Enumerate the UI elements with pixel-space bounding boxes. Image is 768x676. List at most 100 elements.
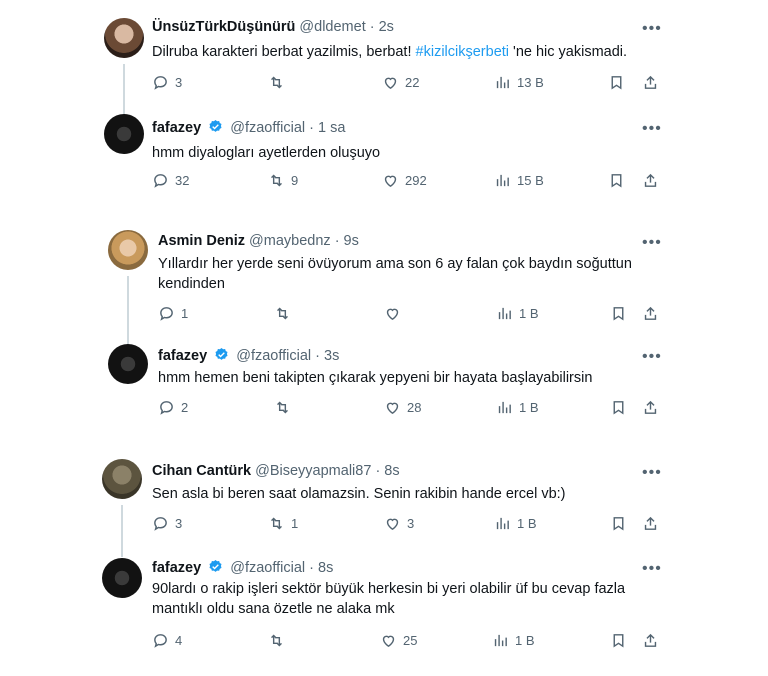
retweet-button[interactable]: [268, 74, 291, 91]
tweet-header: ÜnsüzTürkDüşünürü @dldemet · 2s: [152, 19, 394, 35]
tweet-2[interactable]: fafazey @fzaofficial · 1 sa ••• hmm diya…: [0, 110, 768, 205]
like-button[interactable]: 28: [384, 399, 421, 416]
retweet-button[interactable]: [274, 399, 297, 416]
retweet-button[interactable]: 1: [268, 515, 298, 532]
timestamp[interactable]: · 8s: [309, 560, 333, 576]
avatar[interactable]: [108, 230, 148, 270]
tweet-1[interactable]: ÜnsüzTürkDüşünürü @dldemet · 2s ••• Dilr…: [0, 0, 768, 114]
reply-button[interactable]: 2: [158, 399, 188, 416]
timestamp[interactable]: · 1 sa: [309, 120, 345, 136]
views-button[interactable]: 1 B: [496, 399, 539, 416]
hashtag-link[interactable]: #kizilcikşerbeti: [416, 44, 509, 60]
reply-icon: [158, 399, 175, 416]
like-button[interactable]: 22: [382, 74, 419, 91]
user-handle[interactable]: @maybednz: [249, 233, 331, 249]
timestamp[interactable]: · 3s: [315, 348, 339, 364]
more-icon[interactable]: •••: [642, 20, 662, 38]
display-name[interactable]: ÜnsüzTürkDüşünürü: [152, 19, 295, 35]
more-icon[interactable]: •••: [642, 234, 662, 252]
like-button[interactable]: 292: [382, 172, 427, 189]
more-icon[interactable]: •••: [642, 120, 662, 138]
timestamp[interactable]: · 9s: [335, 233, 359, 249]
share-button[interactable]: [642, 172, 659, 189]
reply-button[interactable]: 4: [152, 632, 182, 649]
reply-button[interactable]: 3: [152, 74, 182, 91]
user-handle[interactable]: @dldemet: [299, 19, 365, 35]
like-count: 22: [405, 75, 420, 90]
tweet-text-part: 'ne hic yakismadi.: [509, 44, 628, 60]
more-icon[interactable]: •••: [642, 464, 662, 482]
user-handle[interactable]: @fzaofficial: [230, 120, 305, 136]
display-name[interactable]: fafazey: [158, 348, 207, 364]
views-icon: [494, 74, 511, 91]
user-handle[interactable]: @Biseyyapmali87: [255, 463, 371, 479]
more-icon[interactable]: •••: [642, 560, 662, 578]
like-button[interactable]: [384, 305, 407, 322]
reply-button[interactable]: 3: [152, 515, 182, 532]
share-button[interactable]: [642, 305, 659, 322]
retweet-button[interactable]: [274, 305, 297, 322]
user-handle[interactable]: @fzaofficial: [230, 560, 305, 576]
bookmark-button[interactable]: [610, 305, 627, 322]
tweet-text: hmm diyalogları ayetlerden oluşuyo: [152, 145, 381, 161]
views-button[interactable]: 1 B: [492, 632, 535, 649]
views-icon: [494, 515, 511, 532]
avatar[interactable]: [104, 18, 144, 58]
views-button[interactable]: 1 B: [496, 305, 539, 322]
avatar[interactable]: [104, 114, 144, 154]
share-button[interactable]: [642, 515, 659, 532]
share-button[interactable]: [642, 399, 659, 416]
tweet-text-line: mantıklı oldu sana özetle ne alaka mk: [152, 601, 395, 617]
share-icon: [642, 515, 659, 532]
bookmark-button[interactable]: [610, 515, 627, 532]
share-button[interactable]: [642, 632, 659, 649]
tweet-6[interactable]: fafazey @fzaofficial · 8s ••• 90lardı o …: [0, 555, 768, 676]
bookmark-button[interactable]: [610, 399, 627, 416]
display-name[interactable]: fafazey: [152, 120, 201, 136]
display-name[interactable]: fafazey: [152, 560, 201, 576]
avatar[interactable]: [102, 459, 142, 499]
more-icon[interactable]: •••: [642, 348, 662, 366]
tweet-5[interactable]: Cihan Cantürk @Biseyyapmali87 · 8s ••• S…: [0, 452, 768, 557]
like-button[interactable]: 3: [384, 515, 414, 532]
share-button[interactable]: [642, 74, 659, 91]
bookmark-icon: [608, 74, 625, 91]
like-button[interactable]: 25: [380, 632, 417, 649]
retweet-button[interactable]: 9: [268, 172, 298, 189]
avatar[interactable]: [108, 344, 148, 384]
tweet-3[interactable]: Asmin Deniz @maybednz · 9s ••• Yıllardır…: [0, 222, 768, 344]
views-button[interactable]: 13 B: [494, 74, 544, 91]
timestamp[interactable]: · 2s: [370, 19, 394, 35]
tweet-actions: 3 1 3 1 B: [152, 515, 662, 535]
reply-button[interactable]: 32: [152, 172, 189, 189]
timestamp[interactable]: · 8s: [375, 463, 399, 479]
reply-icon: [152, 632, 169, 649]
retweet-icon: [268, 74, 285, 91]
display-name[interactable]: Cihan Cantürk: [152, 463, 251, 479]
reply-icon: [152, 515, 169, 532]
like-count: 292: [405, 173, 427, 188]
reply-button[interactable]: 1: [158, 305, 188, 322]
views-count: 15 B: [517, 173, 544, 188]
retweet-button[interactable]: [268, 632, 291, 649]
tweet-text-part: Dilruba karakteri berbat yazilmis, berba…: [152, 44, 416, 60]
display-name[interactable]: Asmin Deniz: [158, 233, 245, 249]
user-handle[interactable]: @fzaofficial: [236, 348, 311, 364]
bookmark-button[interactable]: [608, 74, 625, 91]
verified-badge-icon: [208, 559, 223, 574]
tweet-4[interactable]: fafazey @fzaofficial · 3s ••• hmm hemen …: [0, 340, 768, 430]
bookmark-button[interactable]: [608, 172, 625, 189]
views-count: 1 B: [519, 306, 539, 321]
bookmark-button[interactable]: [610, 632, 627, 649]
avatar[interactable]: [102, 558, 142, 598]
bookmark-icon: [610, 632, 627, 649]
tweet-header: fafazey @fzaofficial · 8s: [152, 559, 333, 576]
retweet-count: 9: [291, 173, 299, 188]
views-button[interactable]: 15 B: [494, 172, 544, 189]
views-button[interactable]: 1 B: [494, 515, 537, 532]
views-count: 1 B: [517, 516, 537, 531]
reply-icon: [152, 74, 169, 91]
tweet-header: Cihan Cantürk @Biseyyapmali87 · 8s: [152, 463, 400, 479]
retweet-icon: [268, 515, 285, 532]
thread-line: [121, 505, 123, 557]
